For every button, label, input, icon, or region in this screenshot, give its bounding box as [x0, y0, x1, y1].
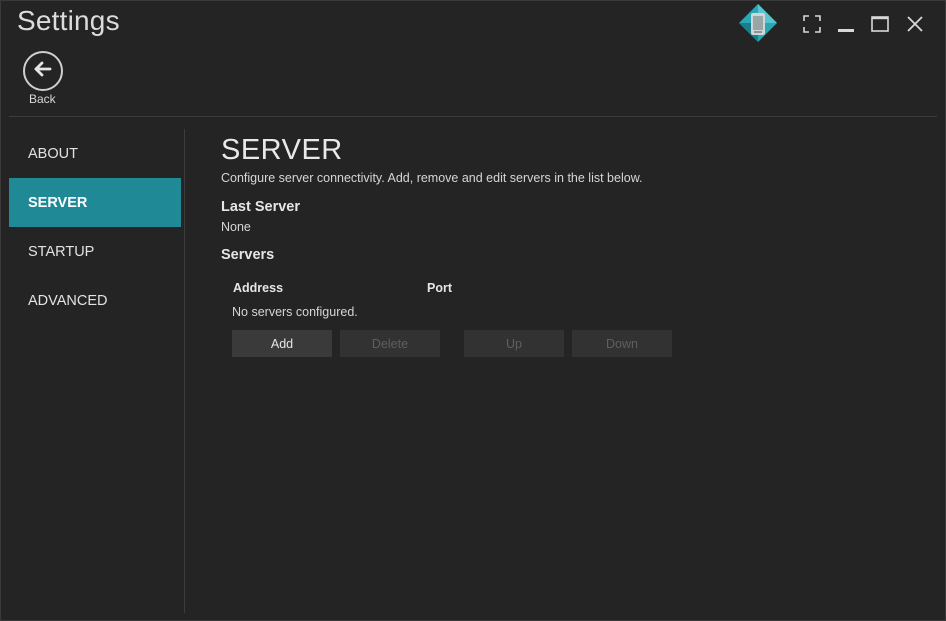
sidebar-item-label: STARTUP: [28, 243, 95, 260]
maximize-icon: [870, 14, 890, 34]
settings-window: Settings Back ABOUT SERVER STARTUP ADVAN…: [0, 0, 946, 621]
sidebar-item-label: ADVANCED: [28, 292, 108, 309]
page-description: Configure server connectivity. Add, remo…: [221, 171, 643, 185]
move-down-button[interactable]: Down: [572, 330, 672, 357]
column-header-port[interactable]: Port: [427, 281, 452, 295]
minimize-button[interactable]: [831, 9, 861, 39]
servers-heading: Servers: [221, 247, 275, 263]
servers-empty-message: No servers configured.: [232, 305, 358, 319]
sidebar-item-startup[interactable]: STARTUP: [9, 227, 181, 276]
app-logo-icon: [738, 3, 778, 43]
window-title: Settings: [17, 5, 120, 36]
back-label[interactable]: Back: [29, 92, 56, 106]
last-server-heading: Last Server: [221, 199, 300, 215]
sidebar-item-about[interactable]: ABOUT: [9, 129, 181, 178]
last-server-value: None: [221, 220, 251, 234]
server-settings-panel: SERVER Configure server connectivity. Ad…: [221, 129, 925, 357]
delete-server-button[interactable]: Delete: [340, 330, 440, 357]
move-up-button[interactable]: Up: [464, 330, 564, 357]
back-button[interactable]: [23, 51, 63, 91]
minimize-icon: [836, 14, 856, 34]
sidebar-item-advanced[interactable]: ADVANCED: [9, 276, 181, 325]
sidebar-item-label: ABOUT: [28, 145, 78, 162]
fullscreen-button[interactable]: [797, 9, 827, 39]
arrow-left-icon: [32, 58, 54, 85]
close-icon: [905, 14, 925, 34]
sidebar-divider: [184, 129, 185, 613]
fullscreen-icon: [802, 14, 822, 34]
header-divider: [9, 116, 937, 117]
add-server-button[interactable]: Add: [232, 330, 332, 357]
page-title: SERVER: [221, 134, 343, 166]
sidebar-item-label: SERVER: [28, 194, 88, 211]
column-header-address[interactable]: Address: [233, 281, 283, 295]
close-button[interactable]: [900, 9, 930, 39]
maximize-button[interactable]: [865, 9, 895, 39]
settings-sidebar: ABOUT SERVER STARTUP ADVANCED: [9, 129, 181, 325]
sidebar-item-server[interactable]: SERVER: [9, 178, 181, 227]
